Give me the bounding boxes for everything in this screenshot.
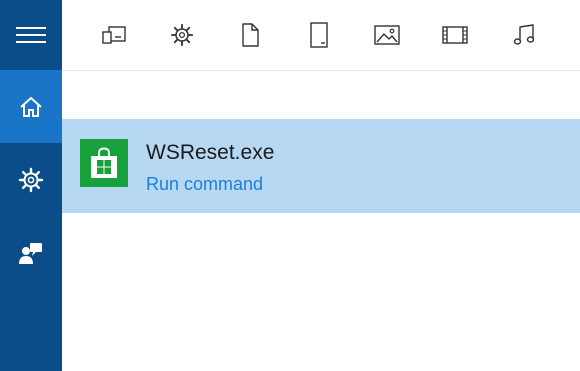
filter-videos-button[interactable] xyxy=(437,18,473,52)
home-button[interactable] xyxy=(0,70,62,143)
filter-settings-button[interactable] xyxy=(164,18,200,52)
app-tile xyxy=(80,139,128,187)
filter-photos-button[interactable] xyxy=(369,18,405,52)
photos-icon xyxy=(374,25,400,45)
search-result-best-match[interactable]: WSReset.exe Run command xyxy=(62,119,580,213)
music-icon xyxy=(512,23,536,47)
result-title: WSReset.exe xyxy=(146,141,275,164)
videos-icon xyxy=(442,25,468,45)
hamburger-menu-icon xyxy=(16,25,46,45)
sidebar xyxy=(0,0,62,371)
apps-icon xyxy=(102,25,126,45)
result-subtitle[interactable]: Run command xyxy=(146,174,263,195)
feedback-button[interactable] xyxy=(0,216,62,289)
feedback-icon xyxy=(18,240,44,266)
store-bag-icon xyxy=(89,147,119,179)
home-icon xyxy=(19,96,43,118)
settings-icon xyxy=(170,23,194,47)
gear-icon xyxy=(18,167,44,193)
filter-apps-button[interactable] xyxy=(96,18,132,52)
filter-toolbar xyxy=(62,0,580,71)
menu-button[interactable] xyxy=(0,0,62,70)
settings-button[interactable] xyxy=(0,143,62,216)
filter-documents-button[interactable] xyxy=(232,18,268,52)
filter-folders-button[interactable] xyxy=(301,18,337,52)
documents-icon xyxy=(240,23,260,47)
filter-music-button[interactable] xyxy=(506,18,542,52)
folders-icon xyxy=(309,22,329,48)
